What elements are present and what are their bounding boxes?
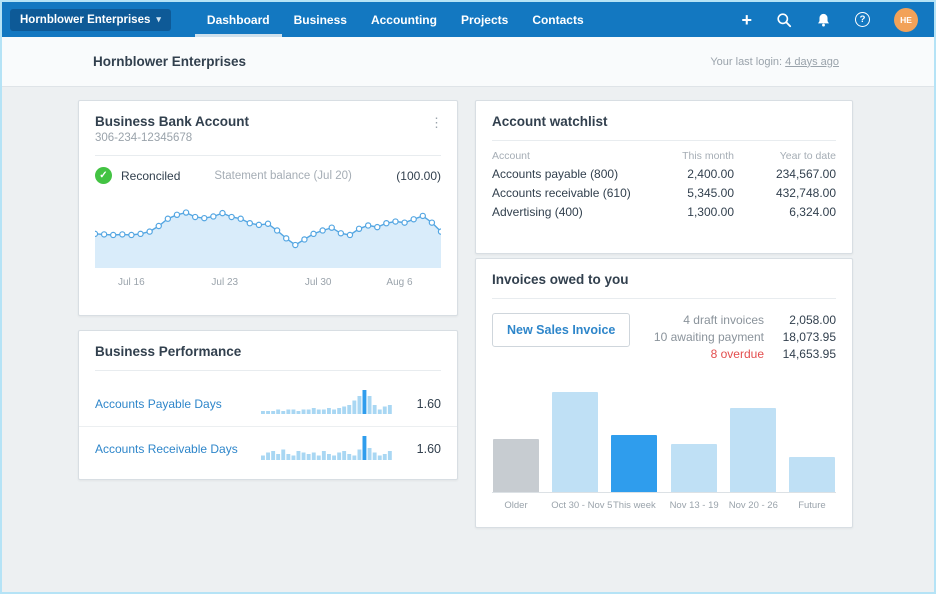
invoice-bar-label: Oct 30 - Nov 5 <box>551 500 599 511</box>
watchlist-card-title: Account watchlist <box>492 114 836 129</box>
account-name: Accounts payable (800) <box>492 164 632 183</box>
payable-days-sparkbar <box>261 388 393 419</box>
tab-dashboard[interactable]: Dashboard <box>195 2 282 37</box>
bank-balance-chart <box>95 192 441 273</box>
draft-invoices-stat: 4 draft invoices 2,058.00 <box>654 313 836 327</box>
account-name: Advertising (400) <box>492 202 632 221</box>
invoice-bar <box>610 435 658 492</box>
table-row: Advertising (400) 1,300.00 6,324.00 <box>492 202 836 221</box>
invoice-bar <box>492 439 540 492</box>
chevron-down-icon: ▾ <box>156 14 161 25</box>
invoice-bar-label: Nov 20 - 26 <box>729 500 777 511</box>
tab-accounting[interactable]: Accounting <box>359 2 449 37</box>
bank-chart-x-axis: Jul 16 Jul 23 Jul 30 Aug 6 <box>95 277 441 293</box>
bank-account-card: Business Bank Account 306-234-12345678 ⋮… <box>78 100 458 316</box>
reconciled-check-icon: ✓ <box>95 167 112 184</box>
column-header-this-month: This month <box>632 148 734 164</box>
performance-row-receivable: Accounts Receivable Days 1.60 <box>79 426 457 471</box>
column-header-account: Account <box>492 148 632 164</box>
invoice-bar <box>788 457 836 492</box>
notifications-bell-icon[interactable] <box>816 12 831 28</box>
invoice-stats: 4 draft invoices 2,058.00 10 awaiting pa… <box>654 313 836 361</box>
search-icon[interactable] <box>776 12 792 28</box>
nav-right-icons: + ? HE <box>741 8 918 32</box>
invoice-bar <box>670 444 718 492</box>
this-month-value: 5,345.00 <box>632 183 734 202</box>
invoice-bar <box>729 408 777 492</box>
accounts-receivable-days-link[interactable]: Accounts Receivable Days <box>95 442 238 456</box>
awaiting-payment-stat: 10 awaiting payment 18,073.95 <box>654 330 836 344</box>
dashboard-main: Business Bank Account 306-234-12345678 ⋮… <box>2 87 934 591</box>
statement-balance-value: (100.00) <box>396 169 441 183</box>
table-row: Accounts receivable (610) 5,345.00 432,7… <box>492 183 836 202</box>
receivable-days-value: 1.60 <box>393 442 441 456</box>
accounts-payable-days-link[interactable]: Accounts Payable Days <box>95 397 222 411</box>
performance-row-payable: Accounts Payable Days 1.60 <box>79 381 457 426</box>
x-tick-label: Jul 16 <box>118 277 145 288</box>
table-row: Accounts payable (800) 2,400.00 234,567.… <box>492 164 836 183</box>
last-login-link[interactable]: 4 days ago <box>785 56 839 68</box>
last-login-text: Your last login: 4 days ago <box>710 56 839 68</box>
year-to-date-value: 6,324.00 <box>734 202 836 221</box>
reconciled-label: Reconciled <box>121 169 180 183</box>
column-header-year-to-date: Year to date <box>734 148 836 164</box>
tab-contacts[interactable]: Contacts <box>520 2 595 37</box>
kebab-menu-icon[interactable]: ⋮ <box>430 115 443 131</box>
tab-projects[interactable]: Projects <box>449 2 520 37</box>
org-selector-label: Hornblower Enterprises <box>20 14 150 26</box>
invoices-owed-card: Invoices owed to you New Sales Invoice 4… <box>475 258 853 528</box>
invoice-bar-label: Future <box>788 500 836 511</box>
help-icon[interactable]: ? <box>855 12 870 27</box>
nav-tabs: Dashboard Business Accounting Projects C… <box>195 2 596 37</box>
page-subheader: Hornblower Enterprises Your last login: … <box>2 37 934 87</box>
divider <box>95 370 441 371</box>
chart-baseline <box>492 492 836 493</box>
divider <box>492 140 836 141</box>
this-month-value: 1,300.00 <box>632 202 734 221</box>
user-avatar[interactable]: HE <box>894 8 918 32</box>
statement-balance-label: Statement balance (Jul 20) <box>214 170 351 182</box>
invoices-bar-chart: Older Oct 30 - Nov 5 This week Nov 13 - 19 N… <box>492 390 836 511</box>
tab-business[interactable]: Business <box>282 2 359 37</box>
x-tick-label: Jul 30 <box>305 277 332 288</box>
account-name: Accounts receivable (610) <box>492 183 632 202</box>
xero-dashboard-page: Hornblower Enterprises ▾ Dashboard Busin… <box>2 2 934 592</box>
top-nav-bar: Hornblower Enterprises ▾ Dashboard Busin… <box>2 2 934 37</box>
x-tick-label: Aug 6 <box>386 277 412 288</box>
receivable-days-sparkbar <box>261 434 393 465</box>
performance-card-title: Business Performance <box>95 344 441 359</box>
x-tick-label: Jul 23 <box>211 277 238 288</box>
reconciled-row: ✓ Reconciled Statement balance (Jul 20) … <box>79 156 457 190</box>
year-to-date-value: 234,567.00 <box>734 164 836 183</box>
business-performance-card: Business Performance Accounts Payable Da… <box>78 330 458 480</box>
bank-account-number: 306-234-12345678 <box>95 132 441 144</box>
invoice-bar-label: Nov 13 - 19 <box>670 500 718 511</box>
create-new-icon[interactable]: + <box>741 11 752 29</box>
invoice-bar <box>551 392 599 492</box>
bank-card-title: Business Bank Account <box>95 114 441 129</box>
org-selector-button[interactable]: Hornblower Enterprises ▾ <box>10 9 171 31</box>
account-watchlist-card: Account watchlist Account This month Yea… <box>475 100 853 254</box>
page-title: Hornblower Enterprises <box>93 54 246 69</box>
this-month-value: 2,400.00 <box>632 164 734 183</box>
invoice-bar-label: This week <box>610 500 658 511</box>
watchlist-table: Account This month Year to date Accounts… <box>492 148 836 221</box>
invoice-bar-label: Older <box>492 500 540 511</box>
overdue-stat: 8 overdue 14,653.95 <box>654 347 836 361</box>
payable-days-value: 1.60 <box>393 397 441 411</box>
invoices-card-title: Invoices owed to you <box>492 272 836 287</box>
new-sales-invoice-button[interactable]: New Sales Invoice <box>492 313 630 347</box>
year-to-date-value: 432,748.00 <box>734 183 836 202</box>
